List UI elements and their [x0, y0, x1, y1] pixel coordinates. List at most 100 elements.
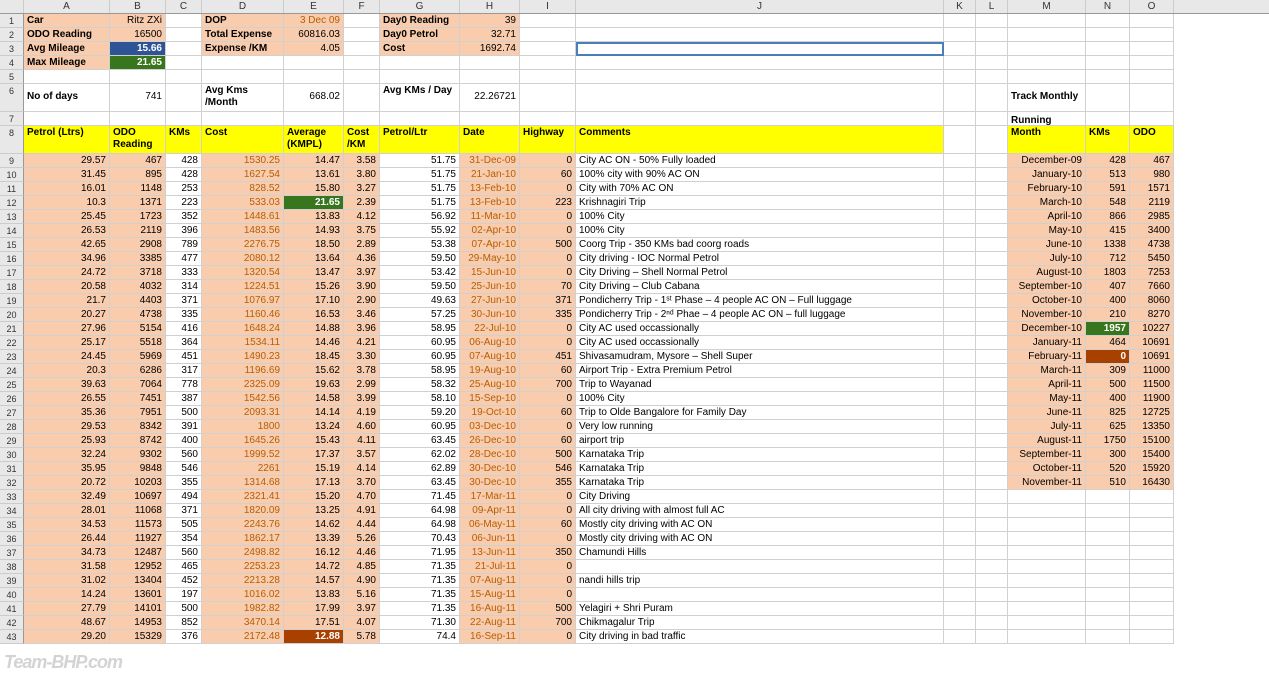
cell[interactable]: 510 [1086, 476, 1130, 490]
cell[interactable]: 591 [1086, 182, 1130, 196]
cell[interactable]: Car [24, 14, 110, 28]
cell[interactable]: 0 [520, 182, 576, 196]
cell[interactable] [944, 112, 976, 126]
cell[interactable] [1086, 70, 1130, 84]
cell[interactable] [976, 392, 1008, 406]
cell[interactable]: 59.20 [380, 406, 460, 420]
cell[interactable]: 12.88 [284, 630, 344, 644]
cell[interactable]: 852 [166, 616, 202, 630]
cell[interactable]: 22.26721 [460, 84, 520, 112]
cell[interactable]: City Driving – Shell Normal Petrol [576, 266, 944, 280]
cell[interactable]: City Driving [576, 490, 944, 504]
cell[interactable] [944, 28, 976, 42]
cell[interactable]: Ritz ZXi [110, 14, 166, 28]
row-num[interactable]: 3 [0, 42, 24, 56]
cell[interactable] [944, 462, 976, 476]
cell[interactable]: 4.07 [344, 616, 380, 630]
cell[interactable]: Day0 Petrol [380, 28, 460, 42]
cell[interactable]: 513 [1086, 168, 1130, 182]
cell[interactable] [944, 602, 976, 616]
cell[interactable]: 416 [166, 322, 202, 336]
cell[interactable]: 465 [166, 560, 202, 574]
cell[interactable] [944, 378, 976, 392]
cell[interactable]: Shivasamudram, Mysore – Shell Super [576, 350, 944, 364]
cell[interactable]: 400 [166, 434, 202, 448]
cell[interactable]: 3 Dec 09 [284, 14, 344, 28]
cell[interactable]: 19.63 [284, 378, 344, 392]
cell[interactable]: 17.37 [284, 448, 344, 462]
row-num[interactable]: 26 [0, 392, 24, 406]
cell[interactable] [344, 70, 380, 84]
cell[interactable]: 12487 [110, 546, 166, 560]
cell[interactable]: 520 [1086, 462, 1130, 476]
cell[interactable]: 8342 [110, 420, 166, 434]
cell[interactable]: 10203 [110, 476, 166, 490]
cell[interactable] [1008, 546, 1086, 560]
cell[interactable]: 15-Jun-10 [460, 266, 520, 280]
cell[interactable] [1086, 574, 1130, 588]
cell[interactable]: 15329 [110, 630, 166, 644]
cell[interactable]: 4032 [110, 280, 166, 294]
cell[interactable] [976, 476, 1008, 490]
cell[interactable]: 428 [1086, 154, 1130, 168]
cell[interactable] [976, 364, 1008, 378]
cell[interactable]: 1723 [110, 210, 166, 224]
cell[interactable]: 3718 [110, 266, 166, 280]
row-num[interactable]: 20 [0, 308, 24, 322]
cell[interactable] [1008, 28, 1086, 42]
cell[interactable]: 700 [520, 378, 576, 392]
cell[interactable]: 3.90 [344, 280, 380, 294]
cell[interactable] [976, 182, 1008, 196]
cell[interactable]: ODO [1130, 126, 1174, 154]
cell[interactable] [944, 490, 976, 504]
cell[interactable]: 17.10 [284, 294, 344, 308]
cell[interactable]: 25.45 [24, 210, 110, 224]
cell[interactable]: 2243.76 [202, 518, 284, 532]
row-num[interactable]: 19 [0, 294, 24, 308]
cell[interactable]: 223 [520, 196, 576, 210]
cell[interactable] [284, 56, 344, 70]
cell[interactable]: 20.72 [24, 476, 110, 490]
cell[interactable] [976, 350, 1008, 364]
cell[interactable]: July-10 [1008, 252, 1086, 266]
cell[interactable]: 11927 [110, 532, 166, 546]
col-header-J[interactable]: J [576, 0, 944, 13]
cell[interactable] [1130, 84, 1174, 112]
cell[interactable]: 4403 [110, 294, 166, 308]
cell[interactable] [380, 70, 460, 84]
cell[interactable]: City AC used occassionally [576, 336, 944, 350]
cell[interactable] [976, 546, 1008, 560]
cell[interactable]: 59.50 [380, 252, 460, 266]
row-num[interactable]: 43 [0, 630, 24, 644]
cell[interactable]: 74.4 [380, 630, 460, 644]
cell[interactable] [944, 196, 976, 210]
cell[interactable]: 27.96 [24, 322, 110, 336]
cell[interactable]: 428 [166, 168, 202, 182]
cell[interactable]: 1750 [1086, 434, 1130, 448]
cell[interactable] [944, 350, 976, 364]
cell[interactable]: 35.36 [24, 406, 110, 420]
cell[interactable] [976, 84, 1008, 112]
cell[interactable] [1130, 588, 1174, 602]
cell[interactable] [976, 14, 1008, 28]
cell[interactable]: Expense /KM [202, 42, 284, 56]
cell[interactable] [944, 560, 976, 574]
col-header-M[interactable]: M [1008, 0, 1086, 13]
cell[interactable] [1008, 616, 1086, 630]
cell[interactable] [1008, 490, 1086, 504]
cell[interactable]: 5518 [110, 336, 166, 350]
cell[interactable]: 13-Jun-11 [460, 546, 520, 560]
cell[interactable]: 3.70 [344, 476, 380, 490]
cell[interactable]: Very low running [576, 420, 944, 434]
cell[interactable]: 3.78 [344, 364, 380, 378]
cell[interactable]: 31.45 [24, 168, 110, 182]
cell[interactable]: KMs [166, 126, 202, 154]
cell[interactable] [976, 588, 1008, 602]
cell[interactable]: 895 [110, 168, 166, 182]
cell[interactable] [1130, 70, 1174, 84]
cell[interactable]: 32.24 [24, 448, 110, 462]
cell[interactable]: 391 [166, 420, 202, 434]
row-num[interactable]: 14 [0, 224, 24, 238]
cell[interactable]: 5969 [110, 350, 166, 364]
cell[interactable]: 333 [166, 266, 202, 280]
